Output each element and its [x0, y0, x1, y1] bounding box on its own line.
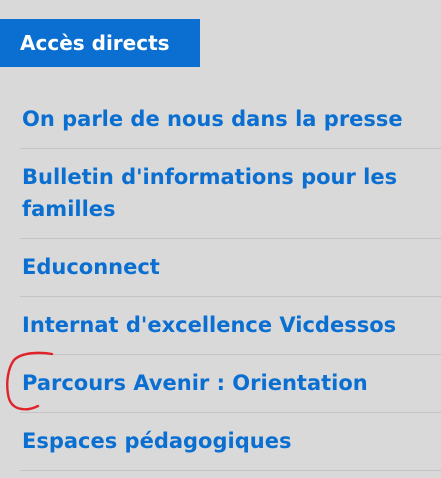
- link-press[interactable]: On parle de nous dans la presse: [20, 91, 441, 149]
- list-item: Educonnect: [0, 239, 441, 297]
- list-item: Bulletin d'informations pour les famille…: [0, 149, 441, 239]
- list-item: Internat d'excellence Vicdessos: [0, 297, 441, 355]
- list-item: On parle de nous dans la presse: [0, 91, 441, 149]
- list-item: Parcours Avenir : Orientation: [0, 355, 441, 413]
- link-parcours-avenir[interactable]: Parcours Avenir : Orientation: [20, 355, 441, 413]
- link-educonnect[interactable]: Educonnect: [20, 239, 441, 297]
- link-family-newsletter[interactable]: Bulletin d'informations pour les famille…: [20, 149, 441, 239]
- link-boarding-school[interactable]: Internat d'excellence Vicdessos: [20, 297, 441, 355]
- list-item: Espaces pédagogiques: [0, 413, 441, 471]
- direct-access-list: On parle de nous dans la presse Bulletin…: [0, 91, 441, 471]
- link-teaching-spaces[interactable]: Espaces pédagogiques: [20, 413, 441, 471]
- section-title: Accès directs: [0, 19, 200, 67]
